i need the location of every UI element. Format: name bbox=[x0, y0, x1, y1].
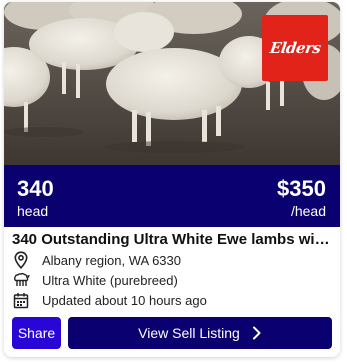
head-unit: head bbox=[17, 203, 49, 219]
view-button-label: View Sell Listing bbox=[138, 325, 240, 341]
logo-text: Elders bbox=[268, 39, 322, 57]
price-unit: /head bbox=[290, 203, 326, 219]
listing-photo[interactable]: Elders bbox=[4, 2, 340, 165]
breed-text: Ultra White (purebreed) bbox=[42, 272, 178, 288]
head-count: 340 bbox=[17, 176, 54, 201]
location-row: Albany region, WA 6330 bbox=[12, 251, 181, 269]
view-sell-listing-button[interactable]: View Sell Listing bbox=[68, 317, 332, 349]
location-text: Albany region, WA 6330 bbox=[42, 252, 181, 268]
updated-text: Updated about 10 hours ago bbox=[42, 292, 207, 308]
map-pin-icon bbox=[12, 251, 30, 269]
updated-row: Updated about 10 hours ago bbox=[12, 291, 207, 309]
breed-row: Ultra White (purebreed) bbox=[12, 271, 178, 289]
price-bar: 340 head $350 /head bbox=[4, 165, 340, 227]
sheep-icon bbox=[12, 271, 30, 289]
chevron-right-icon bbox=[252, 326, 262, 340]
price: $350 bbox=[277, 176, 326, 201]
elders-logo: Elders bbox=[262, 15, 328, 81]
calendar-icon bbox=[12, 291, 30, 309]
listing-title[interactable]: 340 Outstanding Ultra White Ewe lambs wi… bbox=[12, 230, 334, 250]
listing-card[interactable]: Elders 340 head $350 /head 340 Outstandi… bbox=[4, 2, 340, 357]
share-button-label: Share bbox=[17, 325, 56, 341]
share-button[interactable]: Share bbox=[12, 317, 61, 349]
